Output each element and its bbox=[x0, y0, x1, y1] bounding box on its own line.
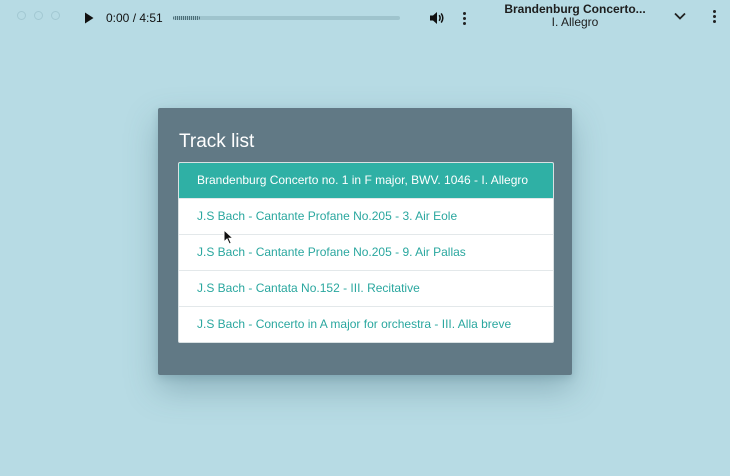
buffered-fill bbox=[173, 16, 201, 20]
play-icon bbox=[85, 12, 94, 24]
player-menu-button[interactable] bbox=[459, 7, 469, 29]
volume-button[interactable] bbox=[427, 7, 447, 29]
app-window: 0:00 / 4:51 Brandenburg Concerto... I. A… bbox=[0, 0, 730, 476]
zoom-window-button[interactable] bbox=[51, 11, 60, 20]
more-dot bbox=[462, 16, 466, 20]
tracklist: Brandenburg Concerto no. 1 in F major, B… bbox=[178, 162, 554, 343]
now-playing: Brandenburg Concerto... I. Allegro bbox=[497, 3, 653, 29]
expand-button[interactable] bbox=[673, 9, 687, 23]
time-display: 0:00 / 4:51 bbox=[106, 11, 163, 25]
track-item[interactable]: J.S Bach - Concerto in A major for orche… bbox=[179, 306, 553, 342]
window-menu-button[interactable] bbox=[709, 5, 719, 27]
tracklist-heading: Track list bbox=[179, 131, 255, 152]
track-item[interactable]: J.S Bach - Cantante Profane No.205 - 9. … bbox=[179, 234, 553, 270]
more-vertical-icon bbox=[462, 11, 466, 15]
progress-bar[interactable] bbox=[173, 16, 400, 20]
track-item[interactable]: J.S Bach - Cantante Profane No.205 - 3. … bbox=[179, 198, 553, 234]
tracklist-panel: Track list Brandenburg Concerto no. 1 in… bbox=[158, 108, 572, 375]
track-item[interactable]: Brandenburg Concerto no. 1 in F major, B… bbox=[179, 163, 553, 198]
track-item[interactable]: J.S Bach - Cantata No.152 - III. Recitat… bbox=[179, 270, 553, 306]
chevron-down-icon bbox=[674, 12, 686, 20]
more-dot bbox=[712, 19, 716, 23]
mouse-cursor-icon bbox=[223, 229, 235, 245]
more-dot bbox=[462, 21, 466, 25]
volume-icon bbox=[430, 12, 444, 24]
close-window-button[interactable] bbox=[17, 11, 26, 20]
minimize-window-button[interactable] bbox=[34, 11, 43, 20]
play-button[interactable] bbox=[78, 7, 100, 29]
more-vertical-icon bbox=[712, 9, 716, 13]
window-controls bbox=[17, 11, 60, 20]
audio-player: 0:00 / 4:51 bbox=[78, 0, 400, 36]
more-dot bbox=[712, 14, 716, 18]
now-playing-movement: I. Allegro bbox=[551, 15, 599, 29]
